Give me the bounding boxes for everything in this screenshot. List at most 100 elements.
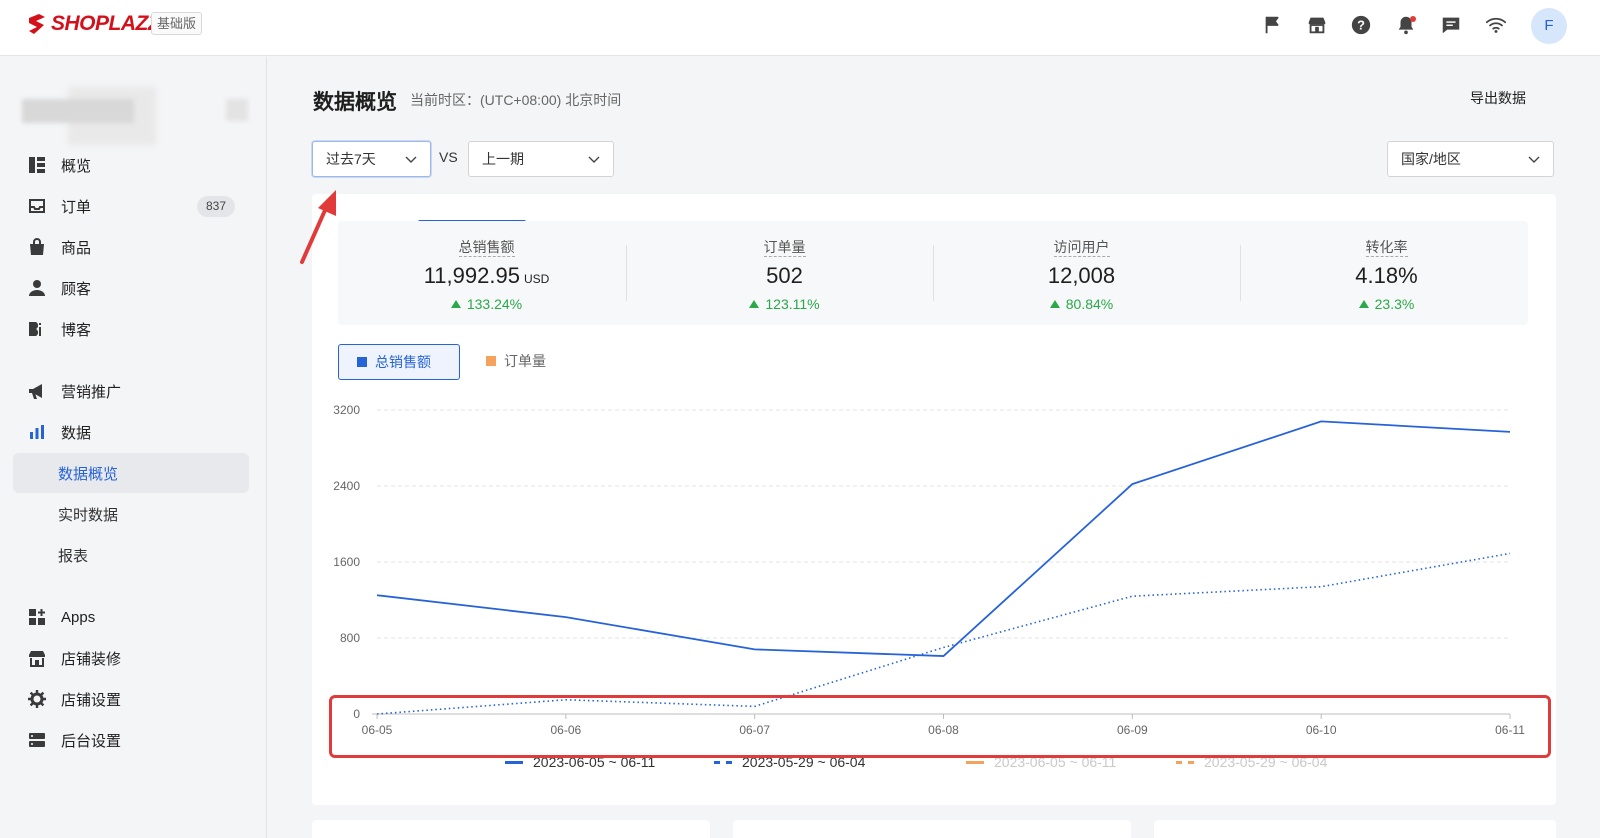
blog-icon xyxy=(27,319,47,339)
sidebar-item-data-overview[interactable]: 数据概览 xyxy=(13,453,249,493)
sidebar-item-label: 概览 xyxy=(61,157,92,175)
store-name-blurred[interactable] xyxy=(22,87,248,145)
orders-count-badge: 837 xyxy=(196,196,235,217)
inbox-icon xyxy=(27,196,47,216)
up-arrow-icon xyxy=(450,300,461,308)
megaphone-icon xyxy=(27,381,47,401)
server-icon xyxy=(27,730,47,750)
sidebar-item-label: 报表 xyxy=(58,547,89,565)
sidebar-item-label: 店铺设置 xyxy=(61,691,122,709)
page-title: 数据概览 xyxy=(313,91,397,114)
logo-icon xyxy=(29,14,45,34)
metric-change: 80.84% xyxy=(1065,296,1114,312)
sidebar-item-label: 商品 xyxy=(61,239,92,257)
sidebar-item-label: 顾客 xyxy=(61,280,92,298)
sidebar-item-apps[interactable]: Apps xyxy=(13,597,249,637)
compare-period-select[interactable]: 上一期 xyxy=(468,141,614,177)
metric-total-sales[interactable]: 总销售额 11,992.95 USD 133.24% xyxy=(338,221,635,325)
top-bar: SHOPLAZZA 基础版 ? F xyxy=(0,0,1600,56)
sales-line-chart: 080016002400320006-05 06-06 06-07 06-08 06-0… xyxy=(333,403,1525,737)
apps-icon xyxy=(27,607,47,627)
sidebar-item-label: 数据概览 xyxy=(58,465,119,483)
orange-square-icon xyxy=(486,356,496,366)
sidebar-item-customers[interactable]: 顾客 xyxy=(13,268,249,308)
sidebar-item-blog[interactable]: 博客 xyxy=(13,309,249,349)
solid-line-icon xyxy=(505,760,523,764)
gear-icon xyxy=(27,689,47,709)
sidebar-item-products[interactable]: 商品 xyxy=(13,227,249,267)
y-tick-label: 800 xyxy=(340,631,360,645)
user-icon xyxy=(27,278,47,298)
metric-visitors[interactable]: 访问用户 12,008 80.84% xyxy=(933,221,1230,325)
plan-badge: 基础版 xyxy=(151,12,203,35)
region-value: 国家/地区 xyxy=(1401,151,1461,167)
bottom-card xyxy=(312,820,710,838)
highlight-annotation-box xyxy=(329,695,1551,758)
message-icon[interactable] xyxy=(1440,14,1464,38)
sidebar-item-label: 博客 xyxy=(61,321,92,339)
up-arrow-icon xyxy=(749,300,760,308)
sidebar-item-theme[interactable]: 店铺装修 xyxy=(13,638,249,678)
solid-line-icon xyxy=(966,760,984,764)
storefront-icon xyxy=(27,648,47,668)
metric-label: 访问用户 xyxy=(1053,239,1110,257)
sidebar-item-reports[interactable]: 报表 xyxy=(13,535,249,575)
export-data-button[interactable]: 导出数据 xyxy=(1470,88,1526,108)
help-icon[interactable]: ? xyxy=(1350,14,1374,38)
metric-value: 4.18% xyxy=(1355,263,1418,288)
series-line-previous xyxy=(376,552,1511,715)
metric-orders[interactable]: 订单量 502 123.11% xyxy=(636,221,933,325)
bottom-card xyxy=(1154,820,1556,838)
blue-square-icon xyxy=(357,357,367,367)
flag-icon[interactable] xyxy=(1262,14,1286,38)
sidebar-item-label: Apps xyxy=(61,608,96,626)
sidebar-item-label: 订单 xyxy=(61,198,92,216)
metric-label: 总销售额 xyxy=(458,239,515,257)
sidebar-item-overview[interactable]: 概览 xyxy=(13,145,249,185)
notification-dot xyxy=(1410,16,1416,22)
up-arrow-icon xyxy=(1049,300,1060,308)
sidebar-item-label: 后台设置 xyxy=(61,732,122,750)
chevron-down-icon xyxy=(1528,156,1540,163)
metric-divider xyxy=(626,245,627,301)
sidebar-item-store-settings[interactable]: 店铺设置 xyxy=(13,679,249,719)
bar-chart-icon xyxy=(27,422,47,442)
metric-label: 订单量 xyxy=(763,239,806,257)
series-line-current xyxy=(376,420,1511,657)
bottom-card xyxy=(733,820,1131,838)
sidebar-item-orders[interactable]: 订单 837 xyxy=(13,186,249,226)
date-range-value: 过去7天 xyxy=(326,151,376,167)
dashed-line-icon xyxy=(1176,760,1194,764)
avatar[interactable]: F xyxy=(1531,8,1567,44)
metric-label: 转化率 xyxy=(1365,239,1408,257)
chart-tab-label: 订单量 xyxy=(504,353,546,369)
sidebar-item-label: 营销推广 xyxy=(61,383,122,401)
sidebar-item-label: 实时数据 xyxy=(58,506,119,524)
wifi-icon[interactable] xyxy=(1485,14,1509,38)
metrics-row: 总销售额 11,992.95 USD 133.24% 订单量 502 123.11… xyxy=(338,221,1528,325)
sidebar-item-label: 数据 xyxy=(61,424,92,442)
timezone-label: 当前时区：(UTC+08:00) 北京时间 xyxy=(410,92,622,108)
metric-value: 502 xyxy=(766,263,803,288)
sidebar-item-marketing[interactable]: 营销推广 xyxy=(13,371,249,411)
dashed-line-icon xyxy=(714,760,732,764)
bell-icon[interactable] xyxy=(1395,14,1419,38)
chevron-down-icon xyxy=(588,156,600,163)
sidebar-item-data[interactable]: 数据 xyxy=(13,412,249,452)
red-arrow-annotation xyxy=(300,190,336,264)
metric-unit: USD xyxy=(523,272,550,286)
date-range-select[interactable]: 过去7天 xyxy=(312,141,431,177)
bag-icon xyxy=(27,237,47,257)
store-icon[interactable] xyxy=(1306,14,1330,38)
chart-tab-total-sales[interactable]: 总销售额 xyxy=(338,344,460,380)
metric-change: 23.3% xyxy=(1374,296,1415,312)
metric-change: 123.11% xyxy=(765,296,820,312)
chart-tab-orders[interactable]: 订单量 xyxy=(486,344,546,380)
y-tick-label: 1600 xyxy=(333,555,360,569)
metric-conversion-rate[interactable]: 转化率 4.18% 23.3% xyxy=(1238,221,1535,325)
overview-icon xyxy=(27,155,47,175)
region-select[interactable]: 国家/地区 xyxy=(1387,141,1554,177)
svg-text:?: ? xyxy=(1357,18,1365,33)
sidebar-item-realtime[interactable]: 实时数据 xyxy=(13,494,249,534)
metric-value: 12,008 xyxy=(1047,263,1116,288)
